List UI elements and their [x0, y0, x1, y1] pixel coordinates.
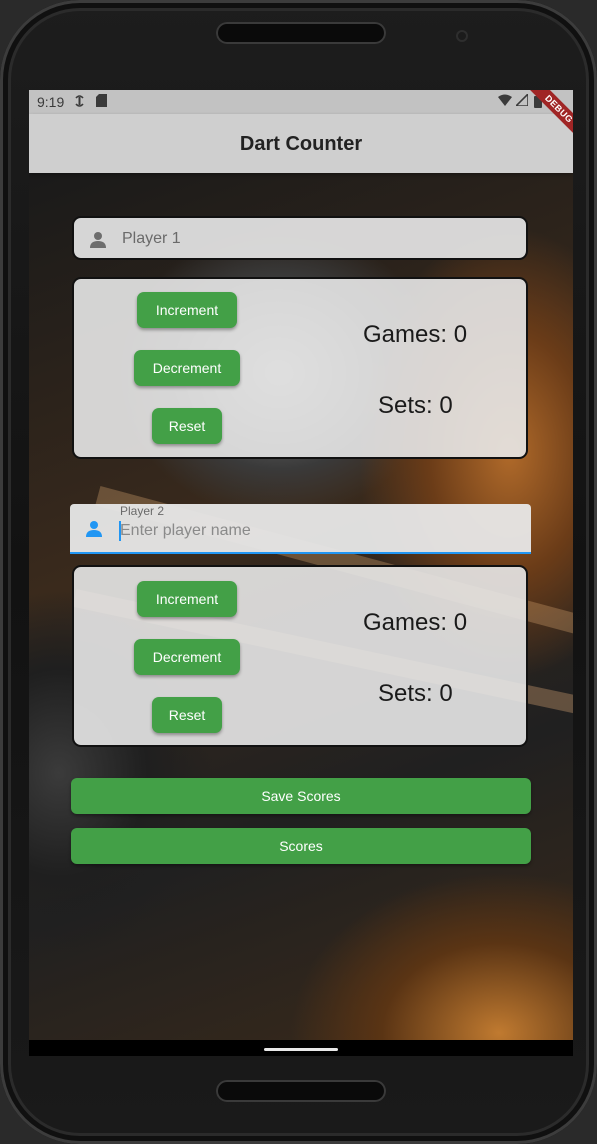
player1-games-score: Games: 0 — [363, 321, 468, 348]
home-gesture-handle[interactable] — [264, 1048, 338, 1051]
player2-decrement-button[interactable]: Decrement — [134, 639, 240, 675]
app-bar: Dart Counter — [29, 114, 573, 173]
player1-sets-score: Sets: 0 — [378, 392, 453, 419]
player1-decrement-button[interactable]: Decrement — [134, 350, 240, 386]
phone-frame: 9:19 Dart Counter DEBUG Player 1 Increme… — [0, 0, 597, 1144]
person-icon — [88, 230, 108, 250]
player2-field-label: Player 2 — [120, 504, 165, 518]
wifi-icon — [498, 94, 512, 110]
earpiece-speaker — [216, 22, 386, 44]
status-bar: 9:19 — [29, 90, 573, 114]
player1-reset-button[interactable]: Reset — [152, 408, 222, 444]
sync-icon — [74, 94, 85, 112]
person-icon — [84, 519, 104, 539]
player2-name-placeholder: Enter player name — [120, 522, 251, 539]
player1-name-value: Player 1 — [122, 230, 181, 247]
player2-sets-score: Sets: 0 — [378, 680, 453, 707]
front-camera — [456, 30, 468, 42]
sd-card-icon — [96, 94, 107, 111]
scores-button[interactable]: Scores — [71, 828, 531, 864]
signal-icon — [514, 92, 529, 110]
save-scores-button[interactable]: Save Scores — [71, 778, 531, 814]
player1-score-card: Increment Decrement Reset Games: 0 Sets:… — [72, 277, 528, 459]
player2-reset-button[interactable]: Reset — [152, 697, 222, 733]
player2-name-field[interactable]: Player 2 Enter player name — [70, 504, 531, 554]
player2-score-card: Increment Decrement Reset Games: 0 Sets:… — [72, 565, 528, 747]
bottom-speaker — [216, 1080, 386, 1102]
player2-increment-button[interactable]: Increment — [137, 581, 237, 617]
player1-name-field[interactable]: Player 1 — [72, 216, 528, 260]
app-title: Dart Counter — [239, 133, 363, 155]
player2-games-score: Games: 0 — [363, 609, 468, 636]
player1-increment-button[interactable]: Increment — [137, 292, 237, 328]
status-time: 9:19 — [37, 94, 65, 110]
device-screen: 9:19 Dart Counter DEBUG Player 1 Increme… — [29, 90, 573, 1056]
